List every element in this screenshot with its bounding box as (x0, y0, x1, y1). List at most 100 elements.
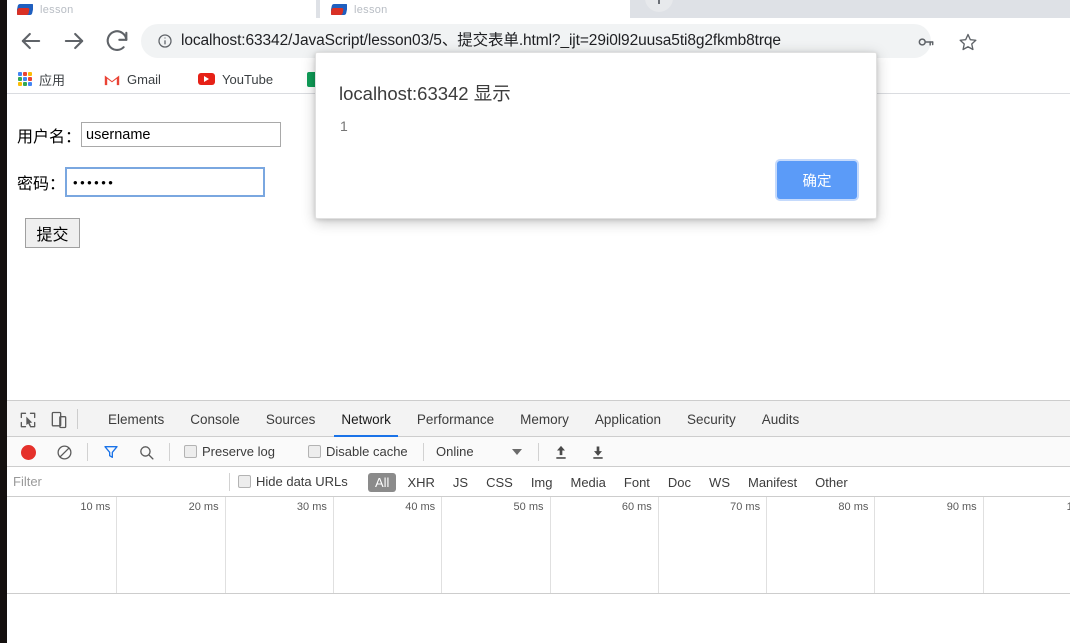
info-circle-icon[interactable] (157, 33, 173, 49)
network-filter-bar: Hide data URLs All XHR JS CSS Img Media … (7, 467, 1070, 497)
type-filter-media[interactable]: Media (563, 473, 612, 492)
bookmark-youtube[interactable]: YouTube (198, 68, 273, 90)
timeline-tick-label: 40 ms (405, 501, 436, 513)
type-filter-xhr[interactable]: XHR (400, 473, 441, 492)
timeline-tick-label: 60 ms (621, 501, 652, 513)
devtools-panel: Elements Console Sources Network Perform… (7, 400, 1070, 643)
password-row: 密码： (17, 167, 266, 197)
filter-input[interactable] (13, 471, 225, 492)
import-har-icon[interactable] (553, 444, 569, 461)
webstorm-icon (17, 2, 33, 16)
tab-security[interactable]: Security (674, 401, 749, 437)
tab-performance[interactable]: Performance (404, 401, 507, 437)
timeline-gridline (549, 497, 551, 593)
username-label: 用户名： (17, 128, 82, 146)
bookmark-gmail-label: Gmail (127, 71, 161, 87)
hide-data-urls-label: Hide data URLs (256, 474, 348, 489)
inspect-cursor-icon[interactable] (18, 410, 38, 430)
timeline-tick-label: 50 ms (513, 501, 544, 513)
chevron-down-icon[interactable] (512, 449, 522, 455)
type-filter-ws[interactable]: WS (702, 473, 737, 492)
new-tab-button[interactable] (645, 0, 673, 12)
username-input[interactable] (81, 122, 282, 147)
tab-audits[interactable]: Audits (749, 401, 813, 437)
preserve-log-checkbox[interactable] (184, 445, 197, 458)
resource-type-filters: All XHR JS CSS Img Media Font Doc WS Man… (368, 467, 859, 497)
timeline-gridline (332, 497, 334, 593)
gmail-icon (104, 73, 120, 86)
type-filter-manifest[interactable]: Manifest (741, 473, 804, 492)
disable-cache-label: Disable cache (326, 444, 408, 459)
bookmark-apps-label: 应用 (39, 72, 66, 88)
record-button-icon[interactable] (21, 445, 36, 460)
timeline-tick-label: 70 ms (730, 501, 761, 513)
youtube-icon (198, 73, 215, 85)
timeline-gridline (874, 497, 876, 593)
window-left-edge (0, 0, 7, 643)
type-filter-js[interactable]: JS (446, 473, 475, 492)
key-icon[interactable] (916, 32, 936, 57)
timeline-tick-label: 30 ms (296, 501, 327, 513)
apps-grid-icon (18, 72, 32, 86)
timeline-gridline (224, 497, 226, 593)
star-icon[interactable] (958, 32, 978, 57)
clear-icon[interactable] (56, 444, 73, 461)
type-filter-css[interactable]: CSS (479, 473, 520, 492)
timeline-gridline (441, 497, 443, 593)
tab-elements[interactable]: Elements (95, 401, 177, 437)
tab-application[interactable]: Application (582, 401, 674, 437)
submit-button[interactable]: 提交 (25, 218, 80, 248)
device-toolbar-icon[interactable] (49, 410, 69, 430)
tab-memory[interactable]: Memory (507, 401, 582, 437)
back-button[interactable] (17, 27, 45, 55)
password-label: 密码： (17, 176, 66, 193)
timeline-tick-label: 10 ms (80, 501, 111, 513)
timeline-tick-label: 100 (1066, 501, 1070, 513)
type-filter-doc[interactable]: Doc (661, 473, 698, 492)
browser-tab-1-title: lesson (40, 4, 74, 16)
browser-window: lesson lesson localhost:63342/JavaScript… (0, 0, 1070, 643)
throttling-select-value[interactable]: Online (436, 444, 474, 459)
preserve-log-label: Preserve log (202, 444, 275, 459)
timeline-tick-label: 90 ms (946, 501, 977, 513)
bookmark-youtube-label: YouTube (222, 71, 274, 87)
tab-network[interactable]: Network (328, 401, 404, 437)
devtools-tab-list: Elements Console Sources Network Perform… (95, 401, 812, 437)
bookmark-gmail[interactable]: Gmail (104, 68, 161, 90)
address-bar-url: localhost:63342/JavaScript/lesson03/5、提交… (181, 32, 781, 49)
dialog-title: localhost:63342 显示 (339, 83, 511, 104)
browser-tab-2-title: lesson (354, 4, 388, 16)
username-row: 用户名： (17, 122, 282, 147)
timeline-tick-label: 20 ms (188, 501, 219, 513)
reload-button[interactable] (103, 27, 131, 55)
type-filter-all[interactable]: All (368, 472, 397, 492)
network-summary-area (7, 594, 1070, 642)
timeline-gridline (116, 497, 118, 593)
timeline-gridline (766, 497, 768, 593)
timeline-gridline (657, 497, 659, 593)
browser-tab-2[interactable]: lesson (320, 0, 630, 18)
hide-data-urls-checkbox[interactable] (238, 475, 251, 488)
browser-tab-1[interactable]: lesson (6, 0, 316, 18)
search-icon[interactable] (138, 444, 155, 461)
tab-sources[interactable]: Sources (253, 401, 329, 437)
devtools-tabbar: Elements Console Sources Network Perform… (7, 401, 1070, 437)
dialog-ok-button[interactable]: 确定 (777, 161, 857, 199)
bookmark-apps[interactable]: 应用 (18, 68, 65, 90)
type-filter-other[interactable]: Other (808, 473, 855, 492)
forward-button[interactable] (60, 27, 88, 55)
browser-tab-strip: lesson lesson (0, 0, 1070, 18)
webstorm-icon (331, 2, 347, 16)
network-toolbar: Preserve log Disable cache Online (7, 437, 1070, 467)
timeline-tick-label: 80 ms (838, 501, 869, 513)
tab-console[interactable]: Console (177, 401, 253, 437)
filter-funnel-icon[interactable] (102, 444, 120, 460)
javascript-alert-dialog: localhost:63342 显示 1 确定 (315, 52, 877, 219)
disable-cache-checkbox[interactable] (308, 445, 321, 458)
export-har-icon[interactable] (590, 444, 606, 461)
type-filter-img[interactable]: Img (524, 473, 560, 492)
timeline-gridline (982, 497, 984, 593)
network-timeline-ruler[interactable]: 10 ms 20 ms 30 ms 40 ms 50 ms 60 ms 70 ms 80 ms… (7, 497, 1070, 594)
type-filter-font[interactable]: Font (617, 473, 657, 492)
password-input[interactable] (65, 167, 266, 197)
